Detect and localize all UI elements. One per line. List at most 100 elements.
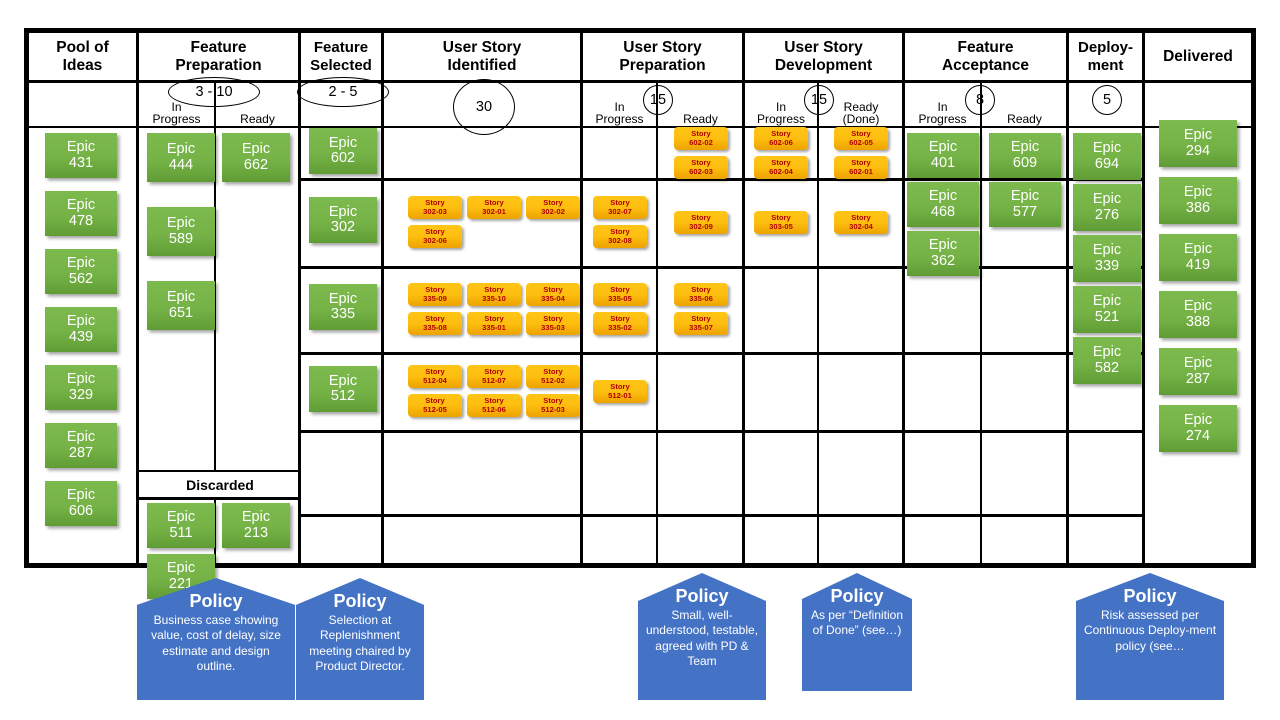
policy-user-story-development[interactable]: Policy As per “Definition of Done” (see…): [802, 573, 912, 691]
story-card[interactable]: Story 602-01: [834, 156, 888, 179]
story-card[interactable]: Story 335-06: [674, 283, 728, 306]
policy-text: Policy Selection at Replenishment meeting…: [296, 578, 424, 674]
pool-epic-card[interactable]: Epic 478: [45, 191, 117, 236]
lanes-feature-acceptance: Epic 401 Epic 468 Epic 362 Epic 609 Epic 577: [905, 128, 1066, 563]
pool-epic-card[interactable]: Epic 329: [45, 365, 117, 410]
story-card[interactable]: Story 335-09: [408, 283, 462, 306]
feature-prep-inprogress-card[interactable]: Epic 444: [147, 133, 215, 182]
wip-band-deployment: 5: [1069, 83, 1142, 128]
wip-limit-deployment: 5: [1092, 85, 1122, 115]
kanban-board: Pool of Ideas Epic 431 Epic 478 Epic 562 Epi…: [24, 28, 1256, 599]
story-card[interactable]: Story 335-10: [467, 283, 521, 306]
policy-body: Business case showing value, cost of del…: [151, 612, 281, 673]
story-card[interactable]: Story 302-01: [467, 196, 521, 219]
feature-acceptance-inprogress-card[interactable]: Epic 362: [907, 231, 979, 276]
policy-text: Policy Business case showing value, cost …: [137, 578, 295, 674]
pool-epic-card[interactable]: Epic 431: [45, 133, 117, 178]
discarded-header: Discarded: [139, 470, 301, 500]
lane-divider-4: [905, 430, 1066, 433]
story-card[interactable]: Story 303-05: [754, 211, 808, 234]
policy-feature-selected[interactable]: Policy Selection at Replenishment meeting…: [296, 578, 424, 700]
pool-epic-card[interactable]: Epic 439: [45, 307, 117, 352]
story-card[interactable]: Story 512-02: [526, 365, 580, 388]
sub-label-ready-user-story-preparation: Ready: [683, 111, 718, 126]
wip-limit-user-story-identified: 30: [453, 79, 515, 135]
feature-selected-card[interactable]: Epic 602: [309, 128, 377, 174]
story-card[interactable]: Story 602-05: [834, 127, 888, 150]
story-card[interactable]: Story 602-03: [674, 156, 728, 179]
lane-divider-1: [384, 178, 580, 181]
story-card[interactable]: Story 335-08: [408, 312, 462, 335]
feature-selected-card[interactable]: Epic 512: [309, 366, 377, 412]
deployment-card[interactable]: Epic 582: [1073, 337, 1141, 384]
story-card[interactable]: Story 302-04: [834, 211, 888, 234]
pool-epic-card[interactable]: Epic 606: [45, 481, 117, 526]
delivered-card[interactable]: Epic 386: [1159, 177, 1237, 224]
policy-body: Risk assessed per Continuous Deploy-ment…: [1083, 607, 1217, 653]
column-header-deployment: Deploy- ment: [1069, 33, 1142, 83]
deployment-card[interactable]: Epic 521: [1073, 286, 1141, 333]
story-card[interactable]: Story 512-04: [408, 365, 462, 388]
story-card[interactable]: Story 335-02: [593, 312, 647, 335]
feature-prep-inprogress-card[interactable]: Epic 589: [147, 207, 215, 256]
feature-selected-card[interactable]: Epic 335: [309, 284, 377, 330]
story-card[interactable]: Story 602-06: [754, 127, 808, 150]
story-card[interactable]: Story 602-04: [754, 156, 808, 179]
story-card[interactable]: Story 512-03: [526, 394, 580, 417]
discarded-inprogress-card[interactable]: Epic 511: [147, 503, 215, 548]
pool-epic-card[interactable]: Epic 287: [45, 423, 117, 468]
sub-label-ready-feature-acceptance: Ready: [1007, 111, 1042, 126]
feature-acceptance-inprogress-card[interactable]: Epic 468: [907, 182, 979, 227]
lane-divider-2: [384, 266, 580, 269]
delivered-card[interactable]: Epic 388: [1159, 291, 1237, 338]
policy-deployment[interactable]: Policy Risk assessed per Continuous Deplo…: [1076, 573, 1224, 700]
story-card[interactable]: Story 302-07: [593, 196, 647, 219]
story-card[interactable]: Story 335-05: [593, 283, 647, 306]
policy-feature-preparation[interactable]: Policy Business case showing value, cost …: [137, 578, 295, 700]
story-card[interactable]: Story 512-07: [467, 365, 521, 388]
discarded-ready-card[interactable]: Epic 213: [222, 503, 290, 548]
wip-band-feature-selected: 2 - 5: [297, 77, 389, 128]
policy-title: Policy: [189, 591, 243, 611]
story-card[interactable]: Story 335-07: [674, 312, 728, 335]
deployment-card[interactable]: Epic 339: [1073, 235, 1141, 282]
lanes-user-story-identified: Story 302-03 Story 302-01 Story 302-02 Stor…: [384, 128, 580, 563]
feature-selected-card[interactable]: Epic 302: [309, 197, 377, 243]
story-card[interactable]: Story 512-06: [467, 394, 521, 417]
story-card[interactable]: Story 302-06: [408, 225, 462, 248]
policy-user-story-preparation[interactable]: Policy Small, well-understood, testable, …: [638, 573, 766, 700]
story-card[interactable]: Story 602-02: [674, 127, 728, 150]
lane-divider-4: [583, 430, 742, 433]
story-card[interactable]: Story 512-01: [593, 380, 647, 403]
story-card[interactable]: Story 302-09: [674, 211, 728, 234]
wip-band-pool-of-ideas: [29, 83, 136, 128]
story-card[interactable]: Story 302-03: [408, 196, 462, 219]
lanes-deployment: Epic 694 Epic 276 Epic 339 Epic 521 Epic 582: [1069, 128, 1142, 563]
delivered-card[interactable]: Epic 274: [1159, 405, 1237, 452]
column-header-feature-preparation: Feature Preparation: [139, 33, 298, 83]
lane-divider-2: [301, 266, 381, 269]
pool-epic-card[interactable]: Epic 562: [45, 249, 117, 294]
feature-prep-inprogress-card[interactable]: Epic 651: [147, 281, 215, 330]
column-header-feature-selected: Feature Selected: [301, 33, 381, 83]
deployment-card[interactable]: Epic 694: [1073, 133, 1141, 180]
feature-acceptance-ready-card[interactable]: Epic 609: [989, 133, 1061, 178]
story-card[interactable]: Story 335-03: [526, 312, 580, 335]
feature-acceptance-inprogress-card[interactable]: Epic 401: [907, 133, 979, 178]
story-card[interactable]: Story 335-01: [467, 312, 521, 335]
feature-prep-ready-card[interactable]: Epic 662: [222, 133, 290, 182]
sub-label-in-progress-user-story-preparation: In Progress: [595, 99, 644, 126]
story-card[interactable]: Story 335-04: [526, 283, 580, 306]
deployment-card[interactable]: Epic 276: [1073, 184, 1141, 231]
story-card[interactable]: Story 302-08: [593, 225, 647, 248]
story-card[interactable]: Story 302-02: [526, 196, 580, 219]
delivered-card[interactable]: Epic 287: [1159, 348, 1237, 395]
feature-acceptance-ready-card[interactable]: Epic 577: [989, 182, 1061, 227]
delivered-card[interactable]: Epic 419: [1159, 234, 1237, 281]
story-card[interactable]: Story 512-05: [408, 394, 462, 417]
lane-divider-3: [745, 352, 902, 355]
lane-divider-5: [301, 514, 381, 517]
wip-band-user-story-preparation: In Progress Ready 15: [583, 83, 742, 128]
delivered-card[interactable]: Epic 294: [1159, 120, 1237, 167]
column-user-story-preparation: User Story Preparation In Progress Ready 15…: [583, 33, 745, 563]
